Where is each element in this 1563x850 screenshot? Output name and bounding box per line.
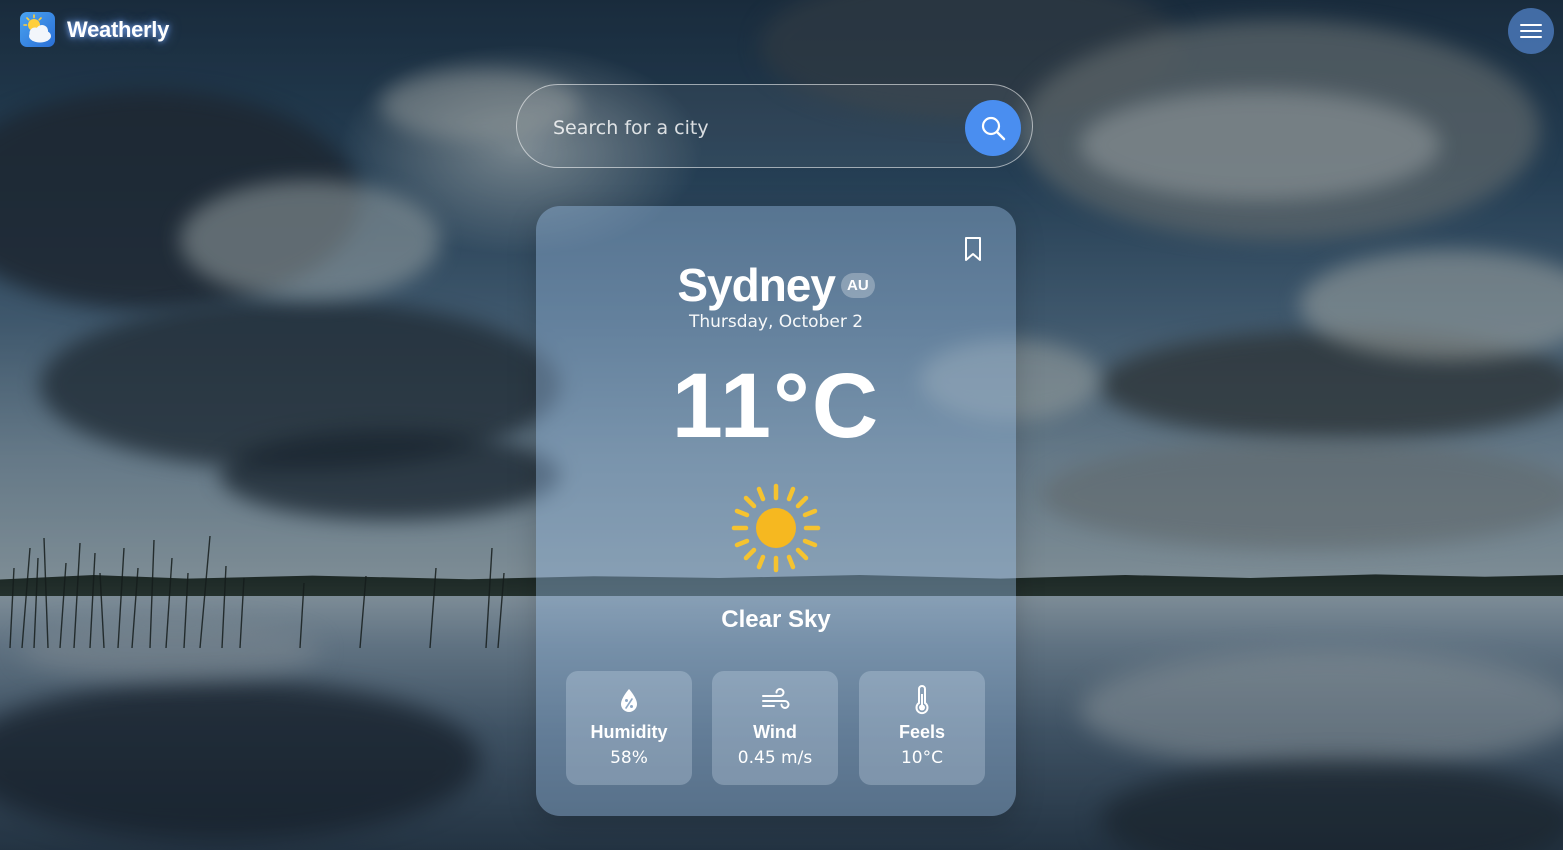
search-input[interactable] xyxy=(551,107,955,149)
brand[interactable]: Weatherly xyxy=(20,12,169,47)
stat-label: Humidity xyxy=(590,722,668,742)
search-button[interactable] xyxy=(965,100,1021,156)
stat-label: Wind xyxy=(753,722,797,742)
weather-card: Sydney AU Thursday, October 2 11°C Clear… xyxy=(536,206,1016,816)
location: Sydney AU xyxy=(536,258,1016,312)
stat-value: 10°C xyxy=(900,748,943,768)
menu-button[interactable] xyxy=(1508,8,1554,54)
weather-condition: Clear Sky xyxy=(721,606,831,633)
sun-icon xyxy=(731,483,821,573)
country-badge: AU xyxy=(840,273,875,298)
wind-stat: Wind 0.45 m/s xyxy=(712,671,838,785)
stat-value: 58% xyxy=(610,748,648,768)
humidity-stat: Humidity 58% xyxy=(566,671,692,785)
temperature: 11°C xyxy=(671,355,881,457)
weather-logo-icon xyxy=(20,12,55,47)
thermometer-icon xyxy=(915,685,929,715)
app-name: Weatherly xyxy=(67,16,170,42)
search-icon xyxy=(981,116,1006,141)
humidity-drop-icon xyxy=(621,689,637,712)
wind-icon xyxy=(762,688,790,709)
feels-stat: Feels 10°C xyxy=(859,671,985,785)
date-label: Thursday, October 2 xyxy=(688,312,864,332)
stat-value: 0.45 m/s xyxy=(737,748,813,768)
search-bar xyxy=(516,84,1033,168)
stat-label: Feels xyxy=(898,722,946,742)
city-name: Sydney xyxy=(677,259,836,311)
hamburger-menu-icon xyxy=(1520,24,1542,38)
